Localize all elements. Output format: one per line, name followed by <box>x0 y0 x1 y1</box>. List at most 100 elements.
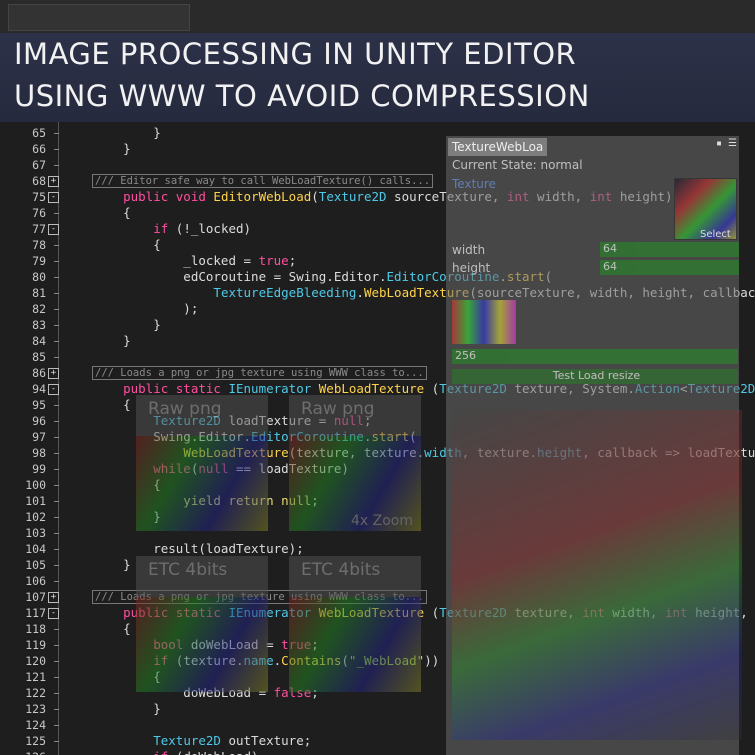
code-token: . <box>356 285 364 300</box>
panel-menu-icon[interactable]: ▪ ☰ <box>716 138 737 149</box>
fold-tick <box>54 309 59 310</box>
etc-4bits-tile: ETC 4bits <box>136 556 268 692</box>
line-number: 100 <box>25 478 46 492</box>
fold-tick <box>54 261 59 262</box>
inspector-tab[interactable]: TextureWebLoa <box>448 138 547 156</box>
code-token: ( <box>424 381 440 396</box>
fold-tick <box>54 277 59 278</box>
expand-icon[interactable]: + <box>48 176 59 187</box>
fold-tick <box>54 213 59 214</box>
tile-caption: Raw png <box>301 399 375 419</box>
code-token: WebLoadTexture <box>318 381 425 396</box>
collapsed-region[interactable]: /// Loads a png or jpg texture using WWW… <box>92 366 427 380</box>
expand-icon[interactable]: + <box>48 368 59 379</box>
fold-tick <box>54 149 59 150</box>
code-token: ( <box>424 605 440 620</box>
line-number: 76 <box>32 206 46 220</box>
tile-caption: ETC 4bits <box>148 560 228 580</box>
line-number: 67 <box>32 158 46 172</box>
fold-tick <box>54 549 59 550</box>
code-token: result(loadTexture); <box>93 541 304 556</box>
fold-tick <box>54 709 59 710</box>
code-text: { <box>93 237 161 253</box>
editor-tab[interactable] <box>8 4 190 31</box>
fold-tick <box>54 565 59 566</box>
test-load-resize-button[interactable]: Test Load resize <box>452 369 738 384</box>
line-number: 117 <box>25 606 46 620</box>
fold-tick <box>54 725 59 726</box>
fold-tick <box>54 741 59 742</box>
line-number: 78 <box>32 238 46 252</box>
code-text: } <box>93 141 131 157</box>
code-text: Texture2D outTexture; <box>93 733 311 749</box>
fold-tick <box>54 677 59 678</box>
line-number: 101 <box>25 494 46 508</box>
height-label: height <box>452 261 491 275</box>
line-number: 94 <box>32 382 46 396</box>
collapse-icon[interactable]: - <box>48 608 59 619</box>
line-number: 124 <box>25 718 46 732</box>
etc-4bits-zoom-tile: ETC 4bits <box>289 556 421 692</box>
fold-tick <box>54 533 59 534</box>
code-text: } <box>93 333 131 349</box>
code-text: _locked = true; <box>93 253 296 269</box>
texture-label: Texture <box>452 177 496 191</box>
tile-image <box>289 596 421 692</box>
fold-tick <box>54 469 59 470</box>
raw-png-zoom-tile: Raw png 4x Zoom <box>289 395 421 531</box>
height-field[interactable]: 64 <box>600 260 739 275</box>
line-number: 125 <box>25 734 46 748</box>
line-number: 119 <box>25 638 46 652</box>
line-number: 77 <box>32 222 46 236</box>
expand-icon[interactable]: + <box>48 592 59 603</box>
fold-tick <box>54 165 59 166</box>
code-text: { <box>93 621 131 637</box>
fold-tick <box>54 485 59 486</box>
preview-swatch <box>452 300 516 344</box>
code-text: } <box>93 125 161 141</box>
line-number: 104 <box>25 542 46 556</box>
tile-caption: Raw png <box>148 399 222 419</box>
collapse-icon[interactable]: - <box>48 384 59 395</box>
fold-tick <box>54 501 59 502</box>
code-token: ); <box>93 301 199 316</box>
collapse-icon[interactable]: - <box>48 224 59 235</box>
size-field[interactable]: 256 <box>452 349 738 364</box>
fold-tick <box>54 405 59 406</box>
line-number: 102 <box>25 510 46 524</box>
line-number: 83 <box>32 318 46 332</box>
fold-tick <box>54 245 59 246</box>
fold-tick <box>54 629 59 630</box>
line-number: 99 <box>32 462 46 476</box>
code-token: if <box>93 221 169 236</box>
line-number: 121 <box>25 670 46 684</box>
code-token: TextureEdgeBleeding <box>213 285 357 300</box>
line-number: 65 <box>32 126 46 140</box>
code-token: } <box>93 125 161 140</box>
banner-title-line-1: IMAGE PROCESSING IN UNITY EDITOR <box>14 37 577 71</box>
code-token: { <box>93 237 161 252</box>
code-token: EditorWebLoad <box>213 189 312 204</box>
code-text: if (!_locked) <box>93 221 251 237</box>
collapsed-region[interactable]: /// Editor safe way to call WebLoadTextu… <box>92 174 434 188</box>
select-button[interactable]: Select <box>700 229 731 240</box>
code-text: } <box>93 317 161 333</box>
fold-tick <box>54 421 59 422</box>
code-token: true <box>258 253 289 268</box>
fold-tick <box>54 293 59 294</box>
raw-png-tile: Raw png <box>136 395 268 531</box>
code-token: { <box>93 621 131 636</box>
collapse-icon[interactable]: - <box>48 192 59 203</box>
code-text: } <box>93 701 161 717</box>
resized-preview-image <box>452 410 742 740</box>
tile-image <box>136 435 268 531</box>
code-token: (doWebLoad) <box>168 749 259 755</box>
line-number: 106 <box>25 574 46 588</box>
width-label: width <box>452 243 486 257</box>
width-field[interactable]: 64 <box>600 242 739 257</box>
code-token: outTexture; <box>220 733 312 748</box>
line-number: 86 <box>32 366 46 380</box>
line-number: 95 <box>32 398 46 412</box>
